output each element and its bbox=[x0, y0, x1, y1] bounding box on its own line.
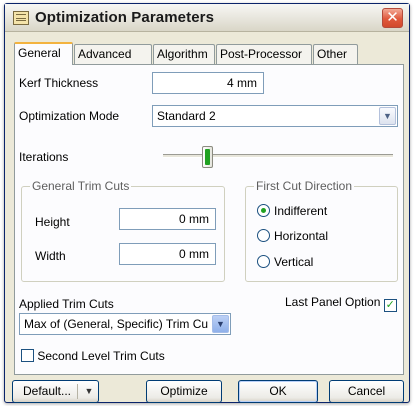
second-level-trim-cuts-label: Second Level Trim Cuts bbox=[37, 349, 165, 363]
second-level-trim-cuts[interactable]: Second Level Trim Cuts bbox=[21, 349, 165, 363]
title-bar[interactable]: Optimization Parameters ✕ bbox=[5, 4, 409, 32]
last-panel-option-label: Last Panel Option bbox=[285, 295, 381, 309]
optimize-button[interactable]: Optimize bbox=[146, 380, 222, 403]
height-label: Height bbox=[35, 215, 70, 229]
height-field[interactable]: 0 mm bbox=[119, 208, 216, 230]
optimization-mode-label: Optimization Mode bbox=[19, 109, 120, 123]
close-button[interactable]: ✕ bbox=[382, 8, 403, 28]
split-divider bbox=[77, 384, 78, 399]
optimization-mode-combo[interactable]: Standard 2 ▼ bbox=[152, 105, 398, 127]
radio-indifferent-label: Indifferent bbox=[274, 204, 328, 218]
ok-button[interactable]: OK bbox=[238, 380, 318, 403]
default-button-label: Default... bbox=[22, 384, 72, 398]
optimization-mode-value: Standard 2 bbox=[157, 109, 216, 123]
iterations-slider-track[interactable] bbox=[163, 154, 393, 158]
optimization-parameters-dialog: Optimization Parameters ✕ General Advanc… bbox=[4, 3, 410, 403]
applied-trim-cuts-label: Applied Trim Cuts bbox=[19, 297, 114, 311]
radio-unselected-icon[interactable] bbox=[257, 255, 270, 268]
general-trim-cuts-group: General Trim Cuts bbox=[21, 179, 225, 282]
chevron-down-icon[interactable]: ▼ bbox=[379, 107, 396, 125]
general-trim-cuts-title: General Trim Cuts bbox=[30, 179, 132, 193]
kerf-thickness-label: Kerf Thickness bbox=[19, 76, 99, 90]
chevron-down-icon[interactable]: ▼ bbox=[81, 381, 97, 402]
radio-indifferent[interactable]: Indifferent bbox=[257, 204, 327, 218]
radio-selected-icon[interactable] bbox=[257, 204, 270, 217]
tab-post-processor[interactable]: Post-Processor bbox=[216, 44, 312, 64]
radio-vertical-label: Vertical bbox=[274, 255, 314, 269]
tab-advanced[interactable]: Advanced bbox=[74, 44, 152, 64]
iterations-label: Iterations bbox=[19, 150, 69, 164]
radio-horizontal-label: Horizontal bbox=[274, 229, 329, 243]
applied-trim-cuts-value: Max of (General, Specific) Trim Cu bbox=[24, 317, 209, 331]
radio-vertical[interactable]: Vertical bbox=[257, 255, 313, 269]
chevron-down-icon[interactable]: ▼ bbox=[212, 315, 229, 333]
last-panel-option[interactable]: Last Panel Option ✓ bbox=[285, 295, 397, 312]
window-title: Optimization Parameters bbox=[35, 9, 215, 26]
tab-general[interactable]: General bbox=[14, 42, 73, 65]
default-split-button[interactable]: Default... ▼ bbox=[12, 380, 99, 403]
kerf-thickness-field[interactable]: 4 mm bbox=[152, 72, 264, 94]
width-label: Width bbox=[35, 249, 66, 263]
tab-algorithm[interactable]: Algorithm bbox=[153, 44, 215, 64]
applied-trim-cuts-combo[interactable]: Max of (General, Specific) Trim Cu ▼ bbox=[19, 313, 231, 335]
first-cut-direction-title: First Cut Direction bbox=[254, 179, 355, 193]
iterations-slider-thumb[interactable] bbox=[202, 146, 214, 168]
radio-horizontal[interactable]: Horizontal bbox=[257, 229, 328, 243]
checkbox-checked-icon[interactable]: ✓ bbox=[383, 299, 397, 312]
width-field[interactable]: 0 mm bbox=[119, 243, 216, 265]
tab-other[interactable]: Other bbox=[313, 44, 358, 64]
checkbox-unchecked-icon[interactable] bbox=[21, 349, 34, 362]
app-icon bbox=[13, 11, 29, 25]
radio-unselected-icon[interactable] bbox=[257, 229, 270, 242]
cancel-button[interactable]: Cancel bbox=[329, 380, 404, 403]
